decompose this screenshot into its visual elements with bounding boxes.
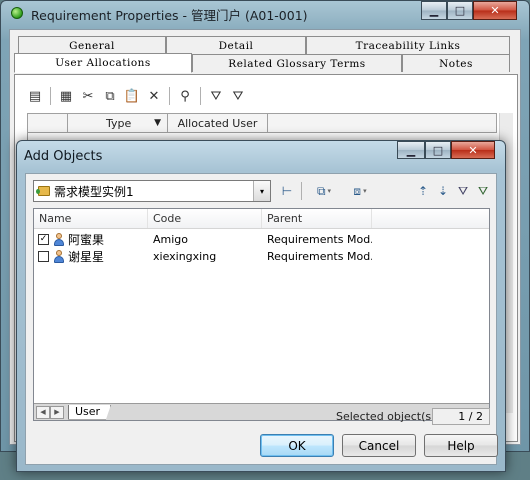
model-select[interactable]: 需求模型实例1 ▾: [33, 180, 271, 202]
delete-icon[interactable]: ✕: [144, 86, 164, 106]
allocations-grid-header: Type ▼ Allocated User: [27, 113, 497, 133]
toolbar-separator: [169, 87, 170, 105]
list-item-name: 谢星星: [68, 250, 105, 264]
model-select-value: 需求模型实例1: [54, 184, 134, 199]
user-icon: [53, 250, 65, 263]
help-button[interactable]: Help: [424, 434, 498, 457]
dialog-toolbar: ⊢ ⧉ ▾ ⧈ ▾: [278, 182, 377, 200]
chevron-down-icon[interactable]: ▾: [253, 181, 270, 201]
sort-asc-icon[interactable]: ⇡: [414, 182, 432, 200]
grid-header-allocated-user[interactable]: Allocated User: [168, 114, 268, 132]
column-parent[interactable]: Parent: [262, 209, 372, 228]
dialog-title: Add Objects: [24, 149, 103, 164]
copy-icon[interactable]: ⧉: [100, 86, 120, 106]
grid-header-blank: [28, 114, 68, 132]
toolbar-separator: [200, 87, 201, 105]
add-objects-dialog: Add Objects ▁ □ ✕ 需求模型实例1 ▾ ⊢ ⧉ ▾ ⧈ ▾ ⇡ ⇣ …: [16, 140, 506, 472]
filter-icon[interactable]: ⛛: [454, 182, 472, 200]
app-icon: [11, 7, 23, 19]
maximize-button[interactable]: □: [447, 1, 473, 20]
sheet-tab-user[interactable]: User: [68, 404, 112, 420]
tab-user-allocations[interactable]: User Allocations: [14, 53, 192, 73]
dialog-minimize-button[interactable]: ▁: [397, 141, 425, 159]
tab-related-glossary-terms[interactable]: Related Glossary Terms: [192, 54, 402, 72]
properties-icon[interactable]: ▤: [25, 86, 45, 106]
allocations-toolbar: ▤ ▦ ✂ ⧉ 📋 ✕ ⚲ ⛛ ⛛: [25, 85, 248, 107]
find-icon[interactable]: ⚲: [175, 86, 195, 106]
tab-next-button[interactable]: ▶: [50, 405, 64, 419]
tree-view-icon[interactable]: ⊢: [278, 182, 296, 200]
tab-general[interactable]: General: [18, 36, 166, 54]
list-item-name-cell: 谢星星: [34, 248, 148, 265]
list-item[interactable]: 谢星星 xiexingxing Requirements Mod...: [34, 248, 489, 265]
dialog-close-button[interactable]: ✕: [451, 141, 495, 159]
filter-clear-icon[interactable]: ⛛: [474, 182, 492, 200]
list-item-name-cell: ✓ 阿蜜果: [34, 231, 148, 248]
tab-row-top: General Detail Traceability Links: [18, 36, 510, 54]
tab-traceability-links[interactable]: Traceability Links: [306, 36, 510, 54]
column-code[interactable]: Code: [148, 209, 262, 228]
row-checkbox[interactable]: [38, 251, 49, 262]
list-item-name: 阿蜜果: [68, 233, 105, 247]
minimize-button[interactable]: ▁: [421, 1, 447, 20]
toolbar-separator: [50, 87, 51, 105]
toolbar-separator: [301, 182, 302, 200]
list-item-parent: Requirements Mod...: [267, 250, 372, 263]
tab-detail[interactable]: Detail: [166, 36, 306, 54]
ok-button[interactable]: OK: [260, 434, 334, 457]
column-name[interactable]: Name: [34, 209, 148, 228]
window-title-bar[interactable]: Requirement Properties - 管理门户 (A01-001) …: [1, 1, 529, 27]
column-filler: [372, 209, 489, 228]
tab-prev-button[interactable]: ◀: [36, 405, 50, 419]
selected-objects-count: 1 / 2: [432, 408, 490, 425]
objects-list: Name Code Parent ✓ 阿蜜果 Amigo Requirement…: [33, 208, 490, 421]
dialog-client-area: 需求模型实例1 ▾ ⊢ ⧉ ▾ ⧈ ▾ ⇡ ⇣ ⛛ ⛛ Name Code Pare…: [25, 173, 498, 465]
dialog-toolbar-right: ⇡ ⇣ ⛛ ⛛: [414, 182, 492, 200]
selected-objects-label: Selected object(s):: [336, 410, 440, 423]
filter-icon[interactable]: ⛛: [206, 86, 226, 106]
row-checkbox[interactable]: ✓: [38, 234, 49, 245]
filter-clear-icon[interactable]: ⛛: [228, 86, 248, 106]
sort-desc-icon[interactable]: ⇣: [434, 182, 452, 200]
list-item[interactable]: ✓ 阿蜜果 Amigo Requirements Mod...: [34, 231, 489, 248]
cut-icon[interactable]: ✂: [78, 86, 98, 106]
add-objects-icon[interactable]: ▦: [56, 86, 76, 106]
list-header: Name Code Parent: [34, 209, 489, 229]
cancel-button[interactable]: Cancel: [342, 434, 416, 457]
list-item-parent: Requirements Mod...: [267, 233, 372, 246]
list-item-code: xiexingxing: [153, 250, 217, 263]
dialog-maximize-button[interactable]: □: [425, 141, 451, 159]
close-button[interactable]: ✕: [473, 1, 517, 20]
window-title: Requirement Properties - 管理门户 (A01-001): [31, 8, 308, 23]
tab-row-bottom: User Allocations Related Glossary Terms …: [14, 53, 510, 73]
list-item-code: Amigo: [153, 233, 189, 246]
deselect-all-icon[interactable]: ⧈ ▾: [343, 182, 377, 200]
user-icon: [53, 233, 65, 246]
paste-icon[interactable]: 📋: [122, 86, 142, 106]
grid-header-type-label: Type: [106, 116, 132, 130]
grid-header-type[interactable]: Type ▼: [68, 114, 168, 132]
tab-notes[interactable]: Notes: [402, 54, 510, 72]
sort-down-icon[interactable]: ▼: [154, 118, 161, 128]
model-folder-icon: [36, 186, 50, 196]
select-all-icon[interactable]: ⧉ ▾: [307, 182, 341, 200]
